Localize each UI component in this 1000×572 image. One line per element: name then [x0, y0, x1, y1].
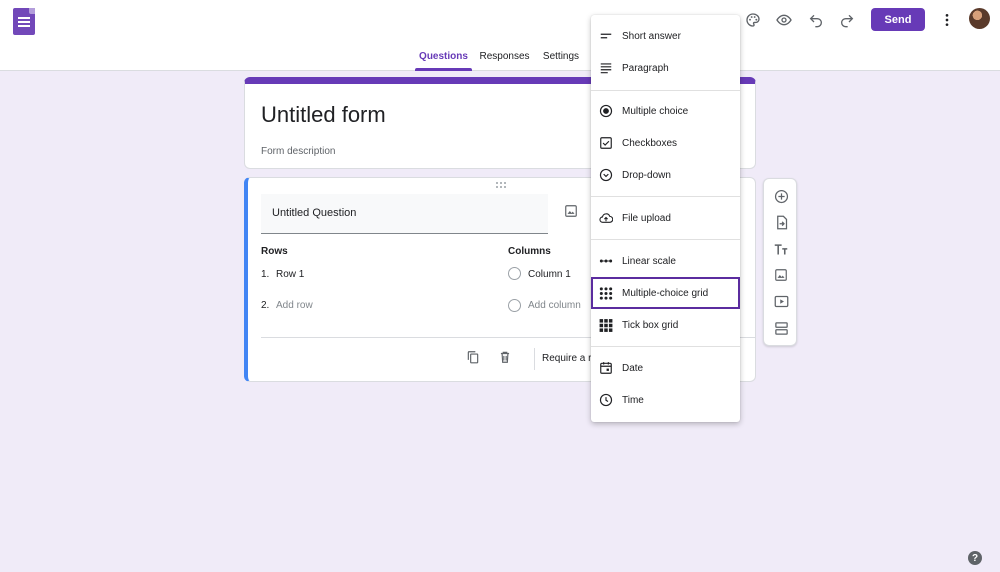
- menu-item-label: Tick box grid: [622, 319, 679, 331]
- menu-divider: [591, 90, 740, 91]
- row-number: 1.: [261, 269, 270, 280]
- menu-item-linear-scale[interactable]: Linear scale: [591, 245, 740, 277]
- send-button[interactable]: Send: [871, 8, 925, 31]
- undo-icon[interactable]: [805, 9, 827, 31]
- menu-item-multiple-choice[interactable]: Multiple choice: [591, 95, 740, 127]
- menu-item-short-answer[interactable]: Short answer: [591, 20, 740, 52]
- menu-divider: [591, 346, 740, 347]
- cloud-upload-icon: [599, 211, 613, 225]
- rows-header: Rows: [261, 246, 288, 257]
- import-questions-icon[interactable]: [773, 214, 789, 230]
- add-image-icon[interactable]: [773, 267, 789, 283]
- app-header: Send Questions Responses Settings: [0, 0, 1000, 71]
- form-title-input[interactable]: Untitled form: [261, 102, 386, 128]
- delete-icon[interactable]: [498, 350, 512, 364]
- menu-divider: [591, 239, 740, 240]
- floating-toolbar: [763, 178, 797, 346]
- row-number: 2.: [261, 300, 270, 311]
- menu-item-label: Paragraph: [622, 62, 669, 74]
- squares-grid-icon: [599, 318, 613, 332]
- row-1-input[interactable]: Row 1: [276, 269, 304, 280]
- menu-divider: [591, 196, 740, 197]
- add-row-input[interactable]: Add row: [276, 300, 313, 311]
- tab-bar: Questions Responses Settings: [0, 46, 1000, 71]
- columns-header: Columns: [508, 246, 551, 257]
- add-question-icon[interactable]: [773, 188, 789, 204]
- radio-button-icon: [599, 104, 613, 118]
- menu-item-tick-box-grid[interactable]: Tick box grid: [591, 309, 740, 341]
- tab-questions[interactable]: Questions: [415, 46, 472, 71]
- menu-item-label: Multiple-choice grid: [622, 287, 709, 299]
- add-image-icon[interactable]: [564, 204, 578, 218]
- menu-item-label: Time: [622, 394, 644, 406]
- question-title-input[interactable]: Untitled Question: [261, 194, 548, 234]
- column-1-input[interactable]: Column 1: [528, 269, 571, 280]
- duplicate-icon[interactable]: [466, 350, 480, 364]
- menu-item-label: Checkboxes: [622, 137, 678, 149]
- question-type-menu: Short answer Paragraph Multiple choice C…: [591, 15, 740, 422]
- menu-item-label: Short answer: [622, 30, 681, 42]
- menu-item-label: Linear scale: [622, 255, 676, 267]
- add-column-input[interactable]: Add column: [528, 300, 581, 311]
- radio-circle-icon: [508, 299, 521, 312]
- menu-item-multiple-choice-grid[interactable]: Multiple-choice grid: [591, 277, 740, 309]
- menu-item-label: Multiple choice: [622, 105, 689, 117]
- menu-item-label: Drop-down: [622, 169, 671, 181]
- drag-handle-icon[interactable]: [496, 182, 508, 188]
- menu-item-time[interactable]: Time: [591, 384, 740, 416]
- menu-item-paragraph[interactable]: Paragraph: [591, 52, 740, 84]
- menu-item-date[interactable]: Date: [591, 352, 740, 384]
- add-video-icon[interactable]: [773, 293, 789, 309]
- tab-settings[interactable]: Settings: [538, 46, 584, 71]
- divider: [534, 348, 535, 370]
- redo-icon[interactable]: [836, 9, 858, 31]
- calendar-icon: [599, 361, 613, 375]
- menu-item-label: Date: [622, 362, 644, 374]
- form-description-input[interactable]: Form description: [261, 146, 335, 157]
- clock-icon: [599, 393, 613, 407]
- checkbox-icon: [599, 136, 613, 150]
- avatar[interactable]: [969, 8, 990, 29]
- short-answer-icon: [599, 29, 613, 43]
- menu-item-label: File upload: [622, 212, 671, 224]
- help-icon[interactable]: ?: [968, 551, 982, 565]
- tab-responses[interactable]: Responses: [476, 46, 533, 71]
- dropdown-circle-icon: [599, 168, 613, 182]
- require-toggle-label[interactable]: Require a re: [542, 353, 597, 364]
- forms-logo-icon[interactable]: [13, 8, 35, 35]
- paragraph-icon: [599, 61, 613, 75]
- menu-item-checkboxes[interactable]: Checkboxes: [591, 127, 740, 159]
- palette-icon[interactable]: [742, 9, 764, 31]
- add-title-icon[interactable]: [773, 241, 789, 257]
- preview-eye-icon[interactable]: [773, 9, 795, 31]
- menu-item-drop-down[interactable]: Drop-down: [591, 159, 740, 191]
- menu-item-file-upload[interactable]: File upload: [591, 202, 740, 234]
- linear-scale-icon: [599, 254, 613, 268]
- radio-circle-icon: [508, 267, 521, 280]
- more-vert-icon[interactable]: [936, 9, 958, 31]
- add-section-icon[interactable]: [773, 320, 789, 336]
- dots-grid-icon: [599, 286, 613, 300]
